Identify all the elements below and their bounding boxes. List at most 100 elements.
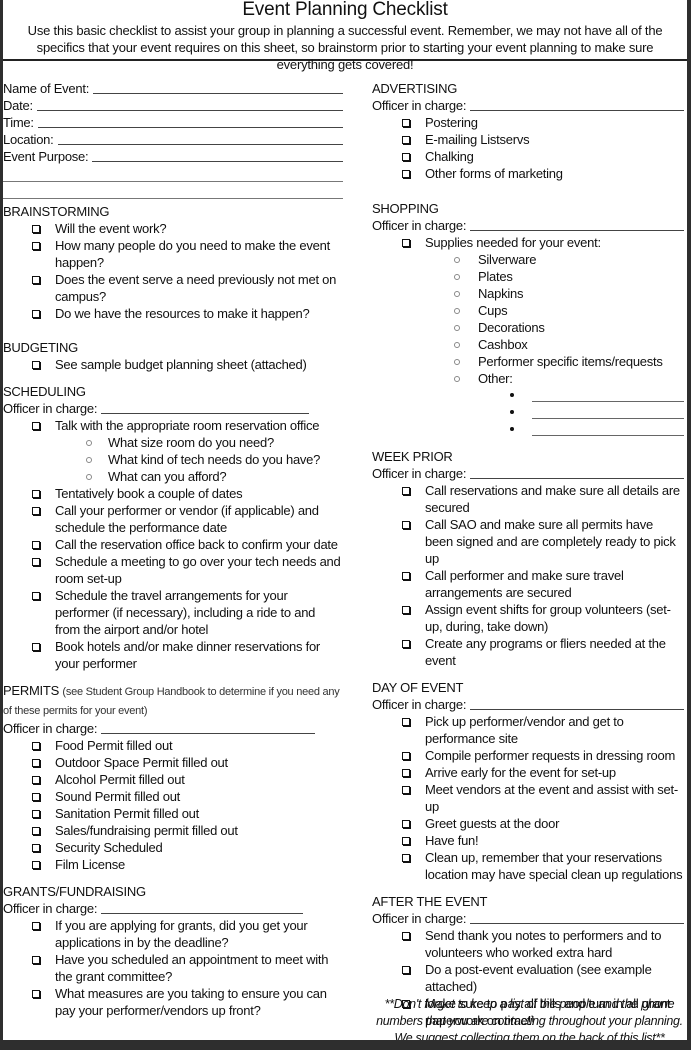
- checkbox-icon[interactable]: [32, 541, 40, 549]
- officer-field[interactable]: Officer in charge:: [372, 465, 684, 482]
- checklist-item[interactable]: Supplies needed for your event:: [372, 234, 684, 251]
- checklist-item[interactable]: Schedule a meeting to go over your tech …: [3, 553, 343, 587]
- officer-line[interactable]: [470, 109, 684, 111]
- other-blank-line[interactable]: [372, 404, 684, 421]
- checkbox-icon[interactable]: [402, 170, 410, 178]
- blank-line[interactable]: [532, 418, 684, 419]
- checklist-item[interactable]: Greet guests at the door: [372, 815, 684, 832]
- checkbox-icon[interactable]: [32, 225, 40, 233]
- blank-line[interactable]: [532, 401, 684, 402]
- event-time-line[interactable]: [37, 126, 343, 128]
- checklist-item[interactable]: Have fun!: [372, 832, 684, 849]
- checklist-item[interactable]: See sample budget planning sheet (attach…: [3, 356, 343, 373]
- checkbox-icon[interactable]: [32, 793, 40, 801]
- checkbox-icon[interactable]: [32, 922, 40, 930]
- checklist-item[interactable]: Does the event serve a need previously n…: [3, 271, 343, 305]
- checklist-item[interactable]: E-mailing Listservs: [372, 131, 684, 148]
- checklist-item[interactable]: Do a post-event evaluation (see example …: [372, 961, 684, 995]
- officer-line[interactable]: [101, 732, 315, 734]
- checkbox-icon[interactable]: [402, 136, 410, 144]
- officer-line[interactable]: [470, 922, 684, 924]
- event-date-line[interactable]: [36, 109, 343, 111]
- checkbox-icon[interactable]: [32, 956, 40, 964]
- checklist-item[interactable]: Create any programs or fliers needed at …: [372, 635, 684, 669]
- checkbox-icon[interactable]: [402, 769, 410, 777]
- checklist-item[interactable]: Outdoor Space Permit filled out: [3, 754, 343, 771]
- checkbox-icon[interactable]: [402, 932, 410, 940]
- officer-line[interactable]: [101, 412, 309, 414]
- officer-line[interactable]: [470, 229, 684, 231]
- other-blank-line[interactable]: [372, 421, 684, 438]
- purpose-blank-line[interactable]: [3, 182, 343, 199]
- officer-line[interactable]: [470, 477, 684, 479]
- checkbox-icon[interactable]: [32, 844, 40, 852]
- other-blank-line[interactable]: [372, 387, 684, 404]
- checkbox-icon[interactable]: [402, 606, 410, 614]
- checkbox-icon[interactable]: [32, 422, 40, 430]
- checklist-item[interactable]: Arrive early for the event for set-up: [372, 764, 684, 781]
- checklist-item[interactable]: Postering: [372, 114, 684, 131]
- checkbox-icon[interactable]: [32, 276, 40, 284]
- checkbox-icon[interactable]: [402, 786, 410, 794]
- checklist-item[interactable]: Sound Permit filled out: [3, 788, 343, 805]
- checkbox-icon[interactable]: [32, 990, 40, 998]
- officer-line[interactable]: [470, 708, 684, 710]
- checklist-item[interactable]: Food Permit filled out: [3, 737, 343, 754]
- checkbox-icon[interactable]: [32, 861, 40, 869]
- event-location-field[interactable]: Location:: [3, 131, 343, 148]
- checkbox-icon[interactable]: [402, 572, 410, 580]
- event-location-line[interactable]: [57, 143, 343, 145]
- event-time-field[interactable]: Time:: [3, 114, 343, 131]
- checklist-item[interactable]: If you are applying for grants, did you …: [3, 917, 343, 951]
- checkbox-icon[interactable]: [32, 310, 40, 318]
- checkbox-icon[interactable]: [402, 239, 410, 247]
- officer-field[interactable]: Officer in charge:: [372, 910, 684, 927]
- event-purpose-line[interactable]: [92, 160, 343, 162]
- checkbox-icon[interactable]: [32, 759, 40, 767]
- checklist-item[interactable]: Schedule the travel arrangements for you…: [3, 587, 343, 638]
- checkbox-icon[interactable]: [32, 558, 40, 566]
- checklist-item[interactable]: Call performer and make sure travel arra…: [372, 567, 684, 601]
- checklist-item[interactable]: Call your performer or vendor (if applic…: [3, 502, 343, 536]
- checklist-item[interactable]: Assign event shifts for group volunteers…: [372, 601, 684, 635]
- checklist-item[interactable]: Do we have the resources to make it happ…: [3, 305, 343, 322]
- officer-field[interactable]: Officer in charge:: [372, 217, 684, 234]
- checklist-item[interactable]: Compile performer requests in dressing r…: [372, 747, 684, 764]
- checklist-item[interactable]: Send thank you notes to performers and t…: [372, 927, 684, 961]
- checklist-item[interactable]: Sanitation Permit filled out: [3, 805, 343, 822]
- checkbox-icon[interactable]: [402, 837, 410, 845]
- checkbox-icon[interactable]: [402, 153, 410, 161]
- checkbox-icon[interactable]: [402, 718, 410, 726]
- event-purpose-field[interactable]: Event Purpose:: [3, 148, 343, 165]
- checklist-item[interactable]: Film License: [3, 856, 343, 873]
- checklist-item[interactable]: Call SAO and make sure all permits have …: [372, 516, 684, 567]
- officer-field[interactable]: Officer in charge:: [372, 97, 684, 114]
- checklist-item[interactable]: Book hotels and/or make dinner reservati…: [3, 638, 343, 672]
- officer-line[interactable]: [101, 912, 303, 914]
- blank-line[interactable]: [532, 435, 684, 436]
- checkbox-icon[interactable]: [402, 487, 410, 495]
- checkbox-icon[interactable]: [32, 742, 40, 750]
- checkbox-icon[interactable]: [402, 966, 410, 974]
- checkbox-icon[interactable]: [402, 752, 410, 760]
- checklist-item[interactable]: Call the reservation office back to conf…: [3, 536, 343, 553]
- checklist-item[interactable]: Alcohol Permit filled out: [3, 771, 343, 788]
- checklist-item[interactable]: Chalking: [372, 148, 684, 165]
- checkbox-icon[interactable]: [32, 242, 40, 250]
- officer-field[interactable]: Officer in charge:: [3, 400, 309, 417]
- checklist-item[interactable]: What measures are you taking to ensure y…: [3, 985, 343, 1019]
- checkbox-icon[interactable]: [402, 521, 410, 529]
- checklist-item[interactable]: Other forms of marketing: [372, 165, 684, 182]
- checklist-item[interactable]: Clean up, remember that your reservation…: [372, 849, 684, 883]
- event-name-field[interactable]: Name of Event:: [3, 80, 343, 97]
- checkbox-icon[interactable]: [402, 820, 410, 828]
- officer-field[interactable]: Officer in charge:: [372, 696, 684, 713]
- checkbox-icon[interactable]: [402, 119, 410, 127]
- officer-field[interactable]: Officer in charge:: [3, 720, 315, 737]
- checkbox-icon[interactable]: [402, 854, 410, 862]
- checkbox-icon[interactable]: [32, 810, 40, 818]
- checklist-item[interactable]: Call reservations and make sure all deta…: [372, 482, 684, 516]
- checkbox-icon[interactable]: [32, 490, 40, 498]
- checklist-item[interactable]: Talk with the appropriate room reservati…: [3, 417, 343, 434]
- purpose-blank-line[interactable]: [3, 165, 343, 182]
